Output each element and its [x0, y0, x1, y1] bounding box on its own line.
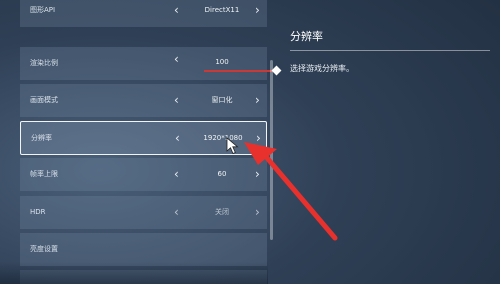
setting-label: 分辨率 [31, 134, 52, 142]
chevron-right-icon[interactable]: › [255, 0, 260, 27]
mouse-cursor-icon [226, 137, 239, 155]
setting-label: 帧率上限 [30, 170, 58, 178]
setting-row-render-scale[interactable]: 渲染比例 ‹ 100 [20, 47, 282, 80]
setting-value: 关闭 [215, 208, 229, 216]
chevron-right-icon[interactable]: › [255, 196, 260, 229]
chevron-left-icon[interactable]: ‹ [174, 196, 179, 229]
detail-title: 分辨率 [290, 30, 323, 43]
chevron-right-icon[interactable]: › [256, 122, 261, 155]
detail-description: 选择游戏分辨率。 [290, 64, 354, 73]
detail-panel: 分辨率 选择游戏分辨率。 [276, 0, 500, 284]
setting-value: DirectX11 [204, 6, 240, 14]
setting-row-hdr[interactable]: HDR ‹ 关闭 › [20, 196, 267, 229]
setting-value: 60 [217, 170, 227, 178]
setting-row-graphics-api[interactable]: 图形API ‹ DirectX11 › [20, 0, 267, 27]
setting-row-frame-rate[interactable]: 帧率上限 ‹ 60 › [20, 158, 267, 191]
setting-row-display-mode[interactable]: 画面模式 ‹ 窗口化 › [20, 84, 267, 117]
setting-label: 画面模式 [30, 96, 58, 104]
setting-label: HDR [30, 208, 46, 216]
chevron-left-icon[interactable]: ‹ [174, 43, 179, 76]
slider-fill [204, 70, 276, 72]
chevron-left-icon[interactable]: ‹ [174, 158, 179, 191]
chevron-left-icon[interactable]: ‹ [174, 0, 179, 27]
slider-value: 100 [215, 58, 229, 66]
setting-label: 图形API [30, 6, 56, 14]
detail-divider [290, 50, 490, 51]
setting-value: 窗口化 [211, 96, 233, 104]
setting-label: 渲染比例 [30, 59, 58, 67]
setting-value: 1920*1080 [203, 134, 243, 142]
bottom-decoration [0, 262, 268, 284]
chevron-right-icon[interactable]: › [255, 84, 260, 117]
chevron-left-icon[interactable]: ‹ [175, 122, 180, 155]
render-scale-slider[interactable] [204, 65, 282, 76]
chevron-left-icon[interactable]: ‹ [174, 84, 179, 117]
scrollbar[interactable] [270, 60, 273, 240]
chevron-right-icon[interactable]: › [255, 158, 260, 191]
